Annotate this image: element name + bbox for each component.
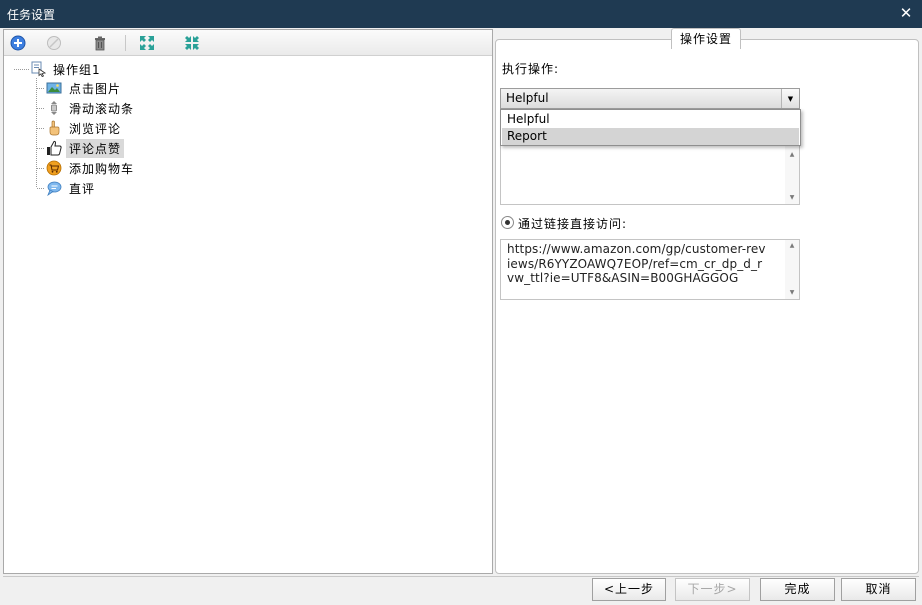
- action-dropdown-list: Helpful Report: [500, 109, 801, 146]
- scroll-down-icon[interactable]: ▼: [785, 287, 799, 299]
- action-tree-panel: 操作组1 点击图片 滑动滚动条 浏览评论 评论点赞 添加购物车 直评: [3, 29, 493, 574]
- scroll-up-icon[interactable]: ▲: [785, 149, 799, 161]
- action-select-value: Helpful: [506, 91, 549, 105]
- prev-step-button[interactable]: <上一步: [592, 578, 666, 601]
- next-step-button[interactable]: 下一步>: [675, 578, 750, 601]
- radio-dot: [505, 220, 510, 225]
- settings-group-title: 操作设置: [671, 28, 741, 49]
- direct-link-label: 通过链接直接访问:: [518, 217, 628, 231]
- tree-node-click-image[interactable]: 点击图片: [46, 79, 124, 97]
- close-icon[interactable]: ✕: [898, 4, 914, 22]
- cart-icon: [46, 160, 62, 176]
- tree-node-direct-review[interactable]: 直评: [46, 179, 98, 197]
- tree-node-label: 滑动滚动条: [69, 101, 135, 116]
- comment-bubble-icon: [46, 180, 62, 197]
- action-select[interactable]: Helpful ▼: [500, 88, 800, 109]
- tree-node-add-to-cart[interactable]: 添加购物车: [46, 159, 137, 177]
- url-scrollbar[interactable]: ▲ ▼: [785, 240, 799, 299]
- tree-node-label: 添加购物车: [69, 161, 135, 176]
- thumbs-up-icon: [46, 140, 62, 156]
- action-option-helpful[interactable]: Helpful: [502, 111, 799, 128]
- dialog-body: 操作组1 点击图片 滑动滚动条 浏览评论 评论点赞 添加购物车 直评 操作设置 …: [0, 28, 922, 605]
- tree-node-label: 直评: [69, 181, 96, 196]
- action-group-icon: [30, 61, 47, 78]
- tree-node-label: 操作组1: [53, 62, 101, 77]
- toolbar-separator: [125, 35, 126, 51]
- scroll-down-icon[interactable]: ▼: [785, 192, 799, 204]
- title-bar: 任务设置 ✕: [0, 0, 922, 28]
- chevron-down-icon[interactable]: ▼: [781, 89, 799, 108]
- scrollbar-icon: [46, 100, 62, 116]
- window-title: 任务设置: [7, 8, 56, 22]
- url-textarea[interactable]: https://www.amazon.com/gp/customer-revie…: [500, 239, 800, 300]
- direct-link-radio[interactable]: [501, 216, 514, 229]
- url-text: https://www.amazon.com/gp/customer-revie…: [507, 242, 766, 285]
- tree-toolbar: [4, 30, 492, 56]
- cancel-button[interactable]: 取消: [841, 578, 916, 601]
- expand-all-button[interactable]: [138, 34, 156, 52]
- action-label: 执行操作:: [502, 62, 560, 76]
- scroll-up-icon[interactable]: ▲: [785, 240, 799, 252]
- finish-button[interactable]: 完成: [760, 578, 835, 601]
- tree-node-label: 评论点赞: [66, 138, 125, 158]
- hand-browse-icon: [46, 120, 62, 136]
- action-option-report[interactable]: Report: [502, 128, 799, 145]
- tree-node-like-review[interactable]: 评论点赞: [46, 138, 125, 158]
- tree-node-scroll[interactable]: 滑动滚动条: [46, 99, 137, 117]
- trash-icon: [95, 36, 105, 51]
- delete-button[interactable]: [91, 34, 109, 52]
- tree-node-browse-reviews[interactable]: 浏览评论: [46, 119, 124, 137]
- image-click-icon: [46, 80, 62, 96]
- tree-node-root[interactable]: 操作组1: [30, 60, 104, 78]
- tree-node-label: 浏览评论: [69, 121, 122, 136]
- tree-node-label: 点击图片: [69, 81, 122, 96]
- collapse-all-button[interactable]: [183, 34, 201, 52]
- expand-arrows-icon: [140, 36, 154, 50]
- collapse-arrows-icon: [185, 36, 199, 50]
